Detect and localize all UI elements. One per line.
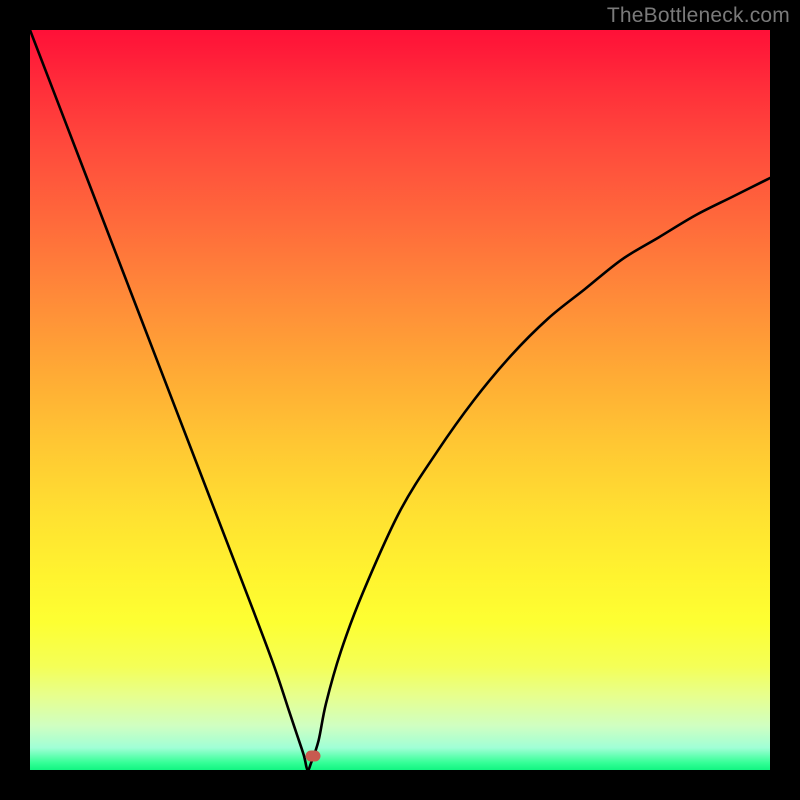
bottleneck-curve bbox=[30, 30, 770, 770]
minimum-marker bbox=[305, 750, 320, 761]
chart-frame: TheBottleneck.com bbox=[0, 0, 800, 800]
plot-area bbox=[30, 30, 770, 770]
watermark-text: TheBottleneck.com bbox=[607, 4, 790, 28]
